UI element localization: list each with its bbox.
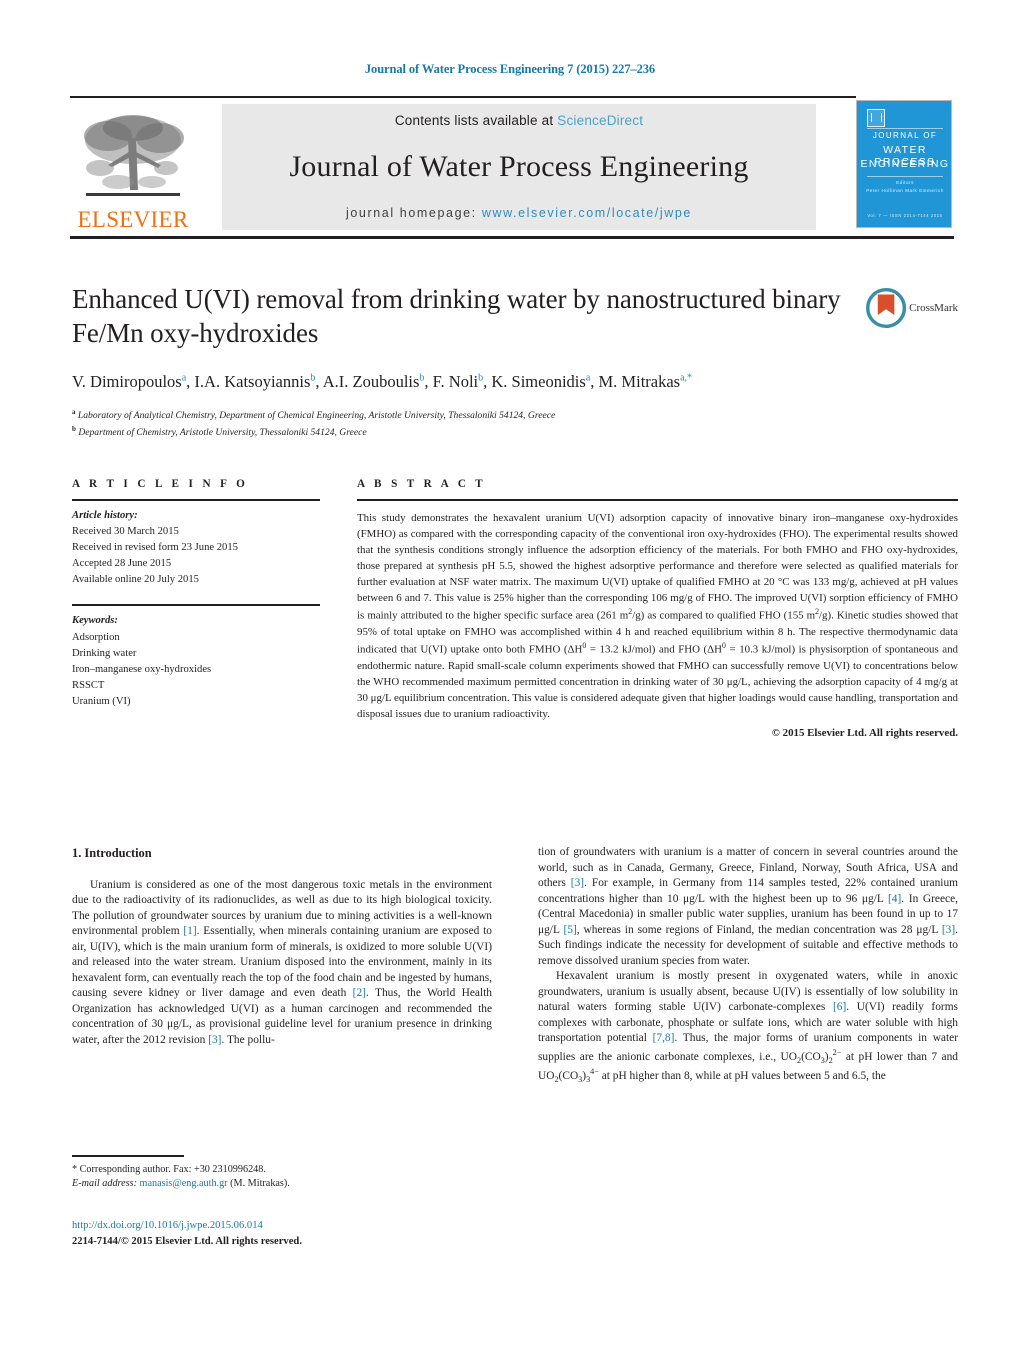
- body-column-right: tion of groundwaters with uranium is a m…: [538, 845, 958, 1085]
- journal-cover-thumbnail[interactable]: JOURNAL OF WATER PROCESS ENGINEERING Edi…: [856, 100, 952, 228]
- affiliation-b-text: Department of Chemistry, Aristotle Unive…: [78, 426, 367, 438]
- history-item: Available online 20 July 2015: [72, 574, 199, 586]
- email-link[interactable]: manasis@eng.auth.gr: [140, 1178, 228, 1189]
- cover-editors-label: Editors: [896, 180, 914, 185]
- abstract-text: This study demonstrates the hexavalent u…: [357, 512, 958, 720]
- homepage-url-link[interactable]: www.elsevier.com/locate/jwpe: [482, 206, 692, 220]
- cover-rule-top: [867, 128, 943, 129]
- doi-link[interactable]: http://dx.doi.org/10.1016/j.jwpe.2015.06…: [72, 1218, 502, 1234]
- history-item: Received in revised form 23 June 2015: [72, 542, 238, 554]
- footnote-corresponding: * Corresponding author. Fax: +30 2310996…: [72, 1163, 266, 1175]
- keyword-item: Uranium (VI): [72, 695, 131, 707]
- footnote-email-line: E-mail address: manasis@eng.auth.gr (M. …: [72, 1177, 492, 1192]
- masthead-rule-top: [70, 96, 856, 98]
- cover-editors: Peter Holliman Mark Emmerich: [866, 188, 944, 193]
- doi-footer: http://dx.doi.org/10.1016/j.jwpe.2015.06…: [72, 1218, 502, 1250]
- keyword-item: RSSCT: [72, 679, 105, 691]
- affiliation-b: b Department of Chemistry, Aristotle Uni…: [72, 424, 367, 438]
- masthead-rule-bottom: [70, 236, 954, 239]
- paper-page: Journal of Water Process Engineering 7 (…: [0, 0, 1020, 1351]
- title-block: Enhanced U(VI) removal from drinking wat…: [72, 282, 862, 440]
- keywords-rule: [72, 604, 320, 607]
- crossmark-label: CrossMark: [909, 302, 958, 314]
- cover-rule-bottom: [867, 176, 943, 177]
- elsevier-wordmark: ELSEVIER: [77, 207, 189, 232]
- intro-paragraph-right-2: Hexavalent uranium is mostly present in …: [538, 970, 958, 1084]
- history-item: Accepted 28 June 2015: [72, 558, 172, 570]
- history-item: Received 30 March 2015: [72, 526, 179, 538]
- email-address-label: E-mail address:: [72, 1178, 137, 1190]
- running-head: Journal of Water Process Engineering 7 (…: [364, 62, 656, 76]
- article-history-label: Article history:: [72, 510, 138, 521]
- crossmark-icon: [866, 287, 907, 329]
- journal-masthead: ELSEVIER Contents lists available at Sci…: [70, 96, 954, 239]
- abstract-rule: [357, 499, 958, 501]
- article-info-heading: A R T I C L E I N F O: [72, 478, 249, 490]
- masthead-center-panel: Contents lists available at ScienceDirec…: [222, 104, 816, 230]
- issn-copyright-line: 2214-7144/© 2015 Elsevier Ltd. All right…: [72, 1235, 302, 1247]
- body-column-left: 1. Introduction Uranium is considered as…: [72, 845, 492, 1048]
- cover-footer: Vol. 7 — ISSN 2214-7144 2015: [867, 213, 943, 218]
- keyword-item: Drinking water: [72, 647, 137, 659]
- homepage-label: journal homepage:: [346, 206, 477, 220]
- contents-available-line: Contents lists available at ScienceDirec…: [395, 113, 643, 128]
- affiliation-a-text: Laboratory of Analytical Chemistry, Depa…: [77, 410, 556, 422]
- elsevier-tree-icon: [78, 110, 188, 206]
- article-info-rule: [72, 499, 320, 501]
- crossmark-badge[interactable]: CrossMark: [866, 282, 958, 334]
- abstract-heading: A B S T R A C T: [357, 478, 487, 490]
- journal-homepage-line: journal homepage: www.elsevier.com/locat…: [346, 206, 692, 220]
- keyword-item: Iron–manganese oxy-hydroxides: [72, 663, 212, 675]
- affiliation-a: a Laboratory of Analytical Chemistry, De…: [72, 408, 556, 422]
- cover-line-1: JOURNAL OF: [872, 131, 938, 140]
- section-title-introduction: 1. Introduction: [72, 846, 152, 860]
- body-columns: 1. Introduction Uranium is considered as…: [72, 845, 958, 1205]
- intro-paragraph-right-1: tion of groundwaters with uranium is a m…: [538, 846, 958, 967]
- contents-prefix: Contents lists available at: [394, 113, 558, 128]
- page-title: Enhanced U(VI) removal from drinking wat…: [72, 284, 841, 349]
- abstract-copyright: © 2015 Elsevier Ltd. All rights reserved…: [771, 726, 958, 739]
- cover-emblem-icon: [867, 109, 885, 127]
- cover-line-3: ENGINEERING: [860, 158, 950, 170]
- article-history-group: Article history: Received 30 March 2015 …: [72, 508, 320, 588]
- email-owner: (M. Mitrakas).: [230, 1178, 290, 1190]
- keyword-item: Adsorption: [72, 631, 120, 643]
- abstract-column: A B S T R A C T This study demonstrates …: [357, 478, 958, 739]
- journal-title: Journal of Water Process Engineering: [289, 150, 749, 183]
- keywords-label: Keywords:: [72, 615, 118, 627]
- corresponding-author-footnote: * Corresponding author. Fax: +30 2310996…: [72, 1155, 492, 1192]
- article-info-column: A R T I C L E I N F O Article history: R…: [72, 478, 320, 710]
- footnote-rule: [72, 1155, 184, 1157]
- affiliation-list: a Laboratory of Analytical Chemistry, De…: [72, 407, 862, 440]
- intro-paragraph-left: Uranium is considered as one of the most…: [72, 878, 493, 1046]
- sciencedirect-link[interactable]: ScienceDirect: [557, 113, 643, 128]
- elsevier-logo: ELSEVIER: [70, 104, 196, 231]
- author-list: V. Dimiropoulosa, I.A. Katsoyiannisb, A.…: [72, 372, 693, 392]
- keywords-group: Keywords: Adsorption Drinking water Iron…: [72, 613, 320, 710]
